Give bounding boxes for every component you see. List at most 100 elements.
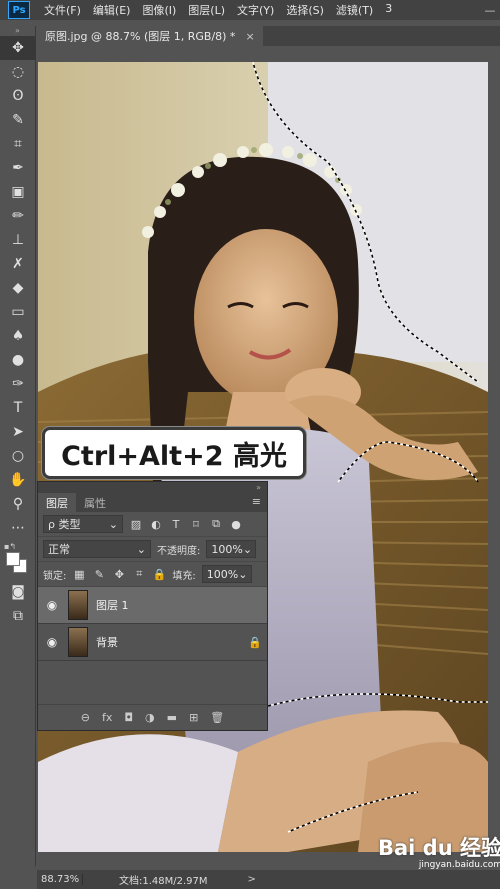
lock-transparency-icon[interactable]: ▦ <box>72 568 86 581</box>
watermark-url: jingyan.baidu.com <box>418 860 500 870</box>
ellipse-tool[interactable]: ○ <box>0 444 36 468</box>
add-mask-icon[interactable]: ◘ <box>124 711 133 724</box>
blur-tool[interactable]: ♠ <box>0 324 36 348</box>
gradient-tool[interactable]: ▭ <box>0 300 36 324</box>
lock-row: 锁定: ▦ ✎ ✥ ⌗ 🔒 填充: 100% ⌄ <box>38 562 267 587</box>
menu-3d[interactable]: 3 <box>379 2 398 18</box>
lasso-tool[interactable]: ʘ <box>0 84 36 108</box>
zoom-tool[interactable]: ⚲ <box>0 492 36 516</box>
fill-field[interactable]: 100% ⌄ <box>201 565 252 583</box>
baidu-watermark: Bai du 经验 jingyan.baidu.com <box>378 832 500 870</box>
lock-artboard-icon[interactable]: ⌗ <box>132 567 146 581</box>
new-group-icon[interactable]: ▬ <box>167 711 177 724</box>
menu-bar: Ps 文件(F) 编辑(E) 图像(I) 图层(L) 文字(Y) 选择(S) 滤… <box>0 0 500 20</box>
watermark-logo: Bai du 经验 <box>378 836 500 860</box>
lock-all-icon[interactable]: 🔒 <box>152 568 167 581</box>
hand-tool[interactable]: ✋ <box>0 468 36 492</box>
document-tab-bar: 原图.jpg @ 88.7% (图层 1, RGB/8) * × <box>37 26 500 46</box>
filter-adjustment-icon[interactable]: ◐ <box>149 518 163 531</box>
filter-pixel-icon[interactable]: ▨ <box>129 518 143 531</box>
panel-footer: ⊖ fx ◘ ◑ ▬ ⊞ 🗑 <box>38 704 267 730</box>
lock-label: 锁定: <box>43 570 67 582</box>
lock-pixels-icon[interactable]: ✎ <box>92 568 106 581</box>
visibility-eye-icon[interactable]: ◉ <box>38 598 66 612</box>
color-swatches: ▪↰ <box>0 540 35 580</box>
type-tool[interactable]: T <box>0 396 36 420</box>
move-tool[interactable]: ✥ <box>0 36 36 60</box>
eyedropper-tool[interactable]: ✒ <box>0 156 36 180</box>
layer-thumbnail <box>68 627 88 657</box>
lock-position-icon[interactable]: ✥ <box>112 568 126 581</box>
layer-row-background[interactable]: ◉ 背景 🔒 <box>38 624 267 661</box>
screen-mode-button[interactable]: ⧉ <box>0 604 36 628</box>
opacity-field[interactable]: 100% ⌄ <box>206 540 257 558</box>
panel-tabs: 图层 属性 ≡ <box>38 492 267 512</box>
menu-edit[interactable]: 编辑(E) <box>87 2 137 18</box>
close-icon[interactable]: × <box>245 30 254 43</box>
collapse-icon[interactable]: » <box>256 483 261 492</box>
blend-mode-value: 正常 <box>48 543 70 556</box>
menu-select[interactable]: 选择(S) <box>280 2 330 18</box>
fx-icon[interactable]: fx <box>102 711 112 724</box>
menu-layer[interactable]: 图层(L) <box>182 2 231 18</box>
more-tools[interactable]: ⋯ <box>0 516 36 540</box>
filter-smart-object-icon[interactable]: ⧉ <box>209 517 223 531</box>
photoshop-logo[interactable]: Ps <box>8 1 30 19</box>
opacity-label: 不透明度: <box>157 545 201 557</box>
tab-layers[interactable]: 图层 <box>38 493 76 512</box>
layer-row-layer1[interactable]: ◉ 图层 1 <box>38 587 267 624</box>
filter-kind-label: ρ 类型 <box>48 518 81 531</box>
new-layer-icon[interactable]: ⊞ <box>189 711 198 724</box>
fill-label: 填充: <box>172 570 196 582</box>
status-menu-icon[interactable]: > <box>248 874 256 885</box>
toolbar: » ✥ ◌ ʘ ✎ ⌗ ✒ ▣ ✏ ⊥ ✗ ◆ ▭ ♠ ● ✑ T ➤ ○ ✋ ⚲ ⋯ ▪↰ ◙ ⧉ <box>0 26 36 866</box>
frame-tool[interactable]: ▣ <box>0 180 36 204</box>
menu-image[interactable]: 图像(I) <box>136 2 182 18</box>
menu-file[interactable]: 文件(F) <box>38 2 87 18</box>
lock-icon: 🔒 <box>248 635 262 649</box>
quick-select-tool[interactable]: ✎ <box>0 108 36 132</box>
menu-items: 文件(F) 编辑(E) 图像(I) 图层(L) 文字(Y) 选择(S) 滤镜(T… <box>38 2 398 18</box>
history-brush-tool[interactable]: ✗ <box>0 252 36 276</box>
marquee-tool[interactable]: ◌ <box>0 60 36 84</box>
window-controls: — <box>480 0 500 20</box>
blend-row: 正常 ⌄ 不透明度: 100% ⌄ <box>38 537 267 562</box>
default-colors-icon[interactable]: ▪↰ <box>4 542 16 551</box>
link-layers-icon[interactable]: ⊖ <box>81 711 90 724</box>
filter-type-icon[interactable]: T <box>169 518 183 531</box>
dodge-tool[interactable]: ● <box>0 348 36 372</box>
blend-mode-select[interactable]: 正常 ⌄ <box>43 540 151 558</box>
panel-menu-icon[interactable]: ≡ <box>252 495 261 508</box>
layer-thumbnail <box>68 590 88 620</box>
trash-icon[interactable]: 🗑 <box>210 711 224 724</box>
menu-type[interactable]: 文字(Y) <box>231 2 280 18</box>
opacity-value: 100% <box>211 542 243 556</box>
document-tab[interactable]: 原图.jpg @ 88.7% (图层 1, RGB/8) * × <box>37 26 263 46</box>
layers-panel: » 图层 属性 ≡ ρ 类型 ⌄ ▨ ◐ T ⌑ ⧉ ● 正常 ⌄ 不透明度: … <box>37 481 268 731</box>
zoom-level[interactable]: 88.73% <box>37 874 83 885</box>
visibility-eye-icon[interactable]: ◉ <box>38 635 66 649</box>
tool-list: ✥ ◌ ʘ ✎ ⌗ ✒ ▣ ✏ ⊥ ✗ ◆ ▭ ♠ ● ✑ T ➤ ○ ✋ ⚲ ⋯ <box>0 36 36 540</box>
filter-row: ρ 类型 ⌄ ▨ ◐ T ⌑ ⧉ ● <box>38 512 267 537</box>
tab-properties[interactable]: 属性 <box>76 493 114 512</box>
quick-mask-button[interactable]: ◙ <box>0 580 36 604</box>
brush-tool[interactable]: ✏ <box>0 204 36 228</box>
filter-toggle-icon[interactable]: ● <box>229 518 243 531</box>
foreground-color-swatch[interactable] <box>6 552 20 566</box>
panel-header: » <box>38 482 267 492</box>
crop-tool[interactable]: ⌗ <box>0 132 36 156</box>
eraser-tool[interactable]: ◆ <box>0 276 36 300</box>
menu-filter[interactable]: 滤镜(T) <box>330 2 379 18</box>
toolbar-grip-icon[interactable]: » <box>0 26 35 36</box>
adjustment-layer-icon[interactable]: ◑ <box>145 711 155 724</box>
stamp-tool[interactable]: ⊥ <box>0 228 36 252</box>
path-select-tool[interactable]: ➤ <box>0 420 36 444</box>
toolbar-bottom: ◙ ⧉ <box>0 580 35 628</box>
document-info: 文档:1.48M/2.97M <box>119 876 208 887</box>
filter-shape-icon[interactable]: ⌑ <box>189 518 203 531</box>
chevron-down-icon: ⌄ <box>242 542 253 556</box>
pen-tool[interactable]: ✑ <box>0 372 36 396</box>
minimize-button[interactable]: — <box>480 0 500 20</box>
filter-kind-select[interactable]: ρ 类型 ⌄ <box>43 515 123 533</box>
layer-name: 图层 1 <box>96 599 129 612</box>
